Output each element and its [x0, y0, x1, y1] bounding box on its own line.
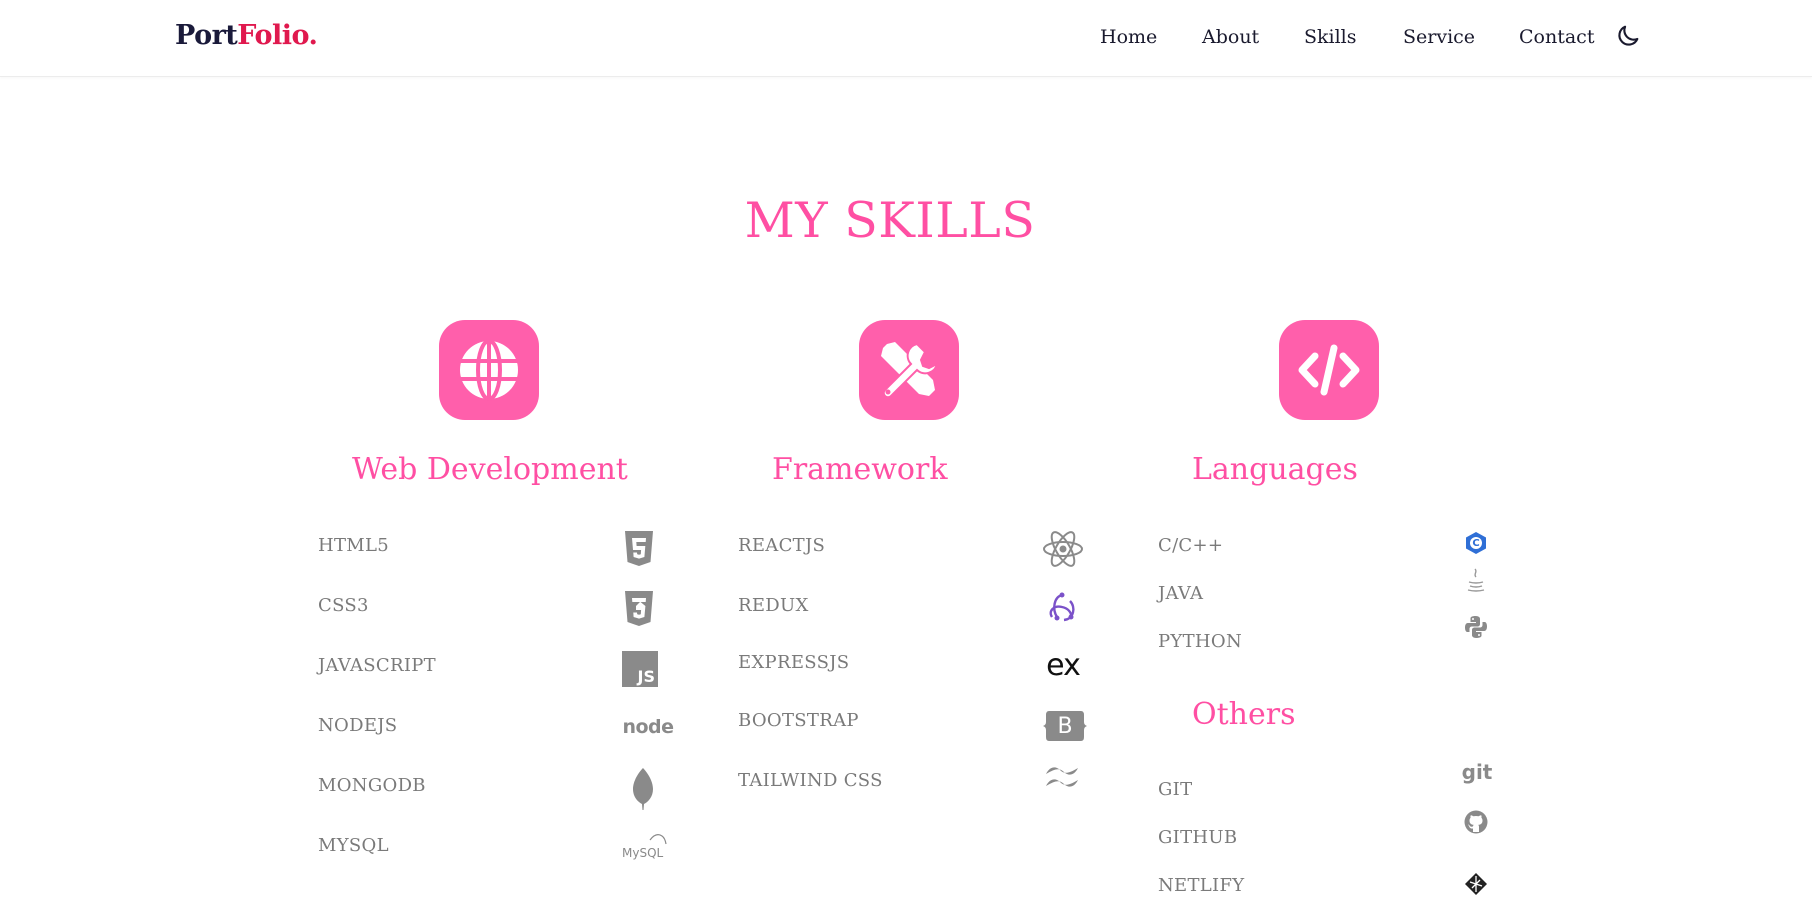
category-title-web-development: Web Development — [352, 452, 628, 487]
skill-label-tailwind-css: TAILWIND CSS — [738, 770, 883, 791]
mysql-icon-text: MySQL — [622, 846, 664, 860]
brand-logo[interactable]: PortFolio. — [175, 20, 318, 51]
bootstrap-icon-text: B — [1057, 713, 1073, 739]
category-title-others: Others — [1192, 697, 1296, 732]
python-icon — [1463, 614, 1489, 640]
nav-skills[interactable]: Skills — [1304, 26, 1357, 48]
category-title-framework: Framework — [772, 452, 948, 487]
mongodb-icon — [630, 767, 656, 811]
skill-label-mongodb: MONGODB — [318, 775, 426, 796]
skill-label-mysql: MYSQL — [318, 835, 389, 856]
git-icon: git — [1461, 758, 1493, 786]
tools-icon — [859, 320, 959, 420]
react-icon — [1041, 529, 1085, 569]
skill-label-bootstrap: BOOTSTRAP — [738, 710, 859, 731]
skill-label-java: JAVA — [1158, 583, 1204, 604]
netlify-icon — [1463, 871, 1489, 897]
skill-label-github: GITHUB — [1158, 827, 1238, 848]
html5-icon — [622, 530, 656, 568]
bootstrap-icon: B — [1043, 707, 1087, 745]
skill-label-html5: HTML5 — [318, 535, 390, 556]
nav-about[interactable]: About — [1202, 26, 1259, 48]
cpp-icon-text: C — [1472, 537, 1480, 549]
skill-label-cpp: C/C++ — [1158, 535, 1224, 556]
moon-icon[interactable] — [1614, 22, 1642, 50]
javascript-icon-text: JS — [637, 667, 655, 686]
nodejs-icon-text: node — [622, 716, 674, 738]
brand-part-2: Folio. — [237, 20, 318, 51]
skill-label-reactjs: REACTJS — [738, 535, 826, 556]
express-icon-text: ex — [1046, 647, 1081, 683]
javascript-icon: JS — [622, 651, 658, 687]
skill-label-python: PYTHON — [1158, 631, 1243, 652]
skill-label-javascript: JAVASCRIPT — [318, 655, 436, 676]
mysql-icon: MySQL — [620, 832, 668, 862]
nodejs-icon: node — [620, 710, 676, 744]
skill-label-css3: CSS3 — [318, 595, 369, 616]
nav-home[interactable]: Home — [1100, 26, 1157, 48]
github-icon — [1463, 809, 1489, 835]
skill-label-redux: REDUX — [738, 595, 809, 616]
skill-label-nodejs: NODEJS — [318, 715, 398, 736]
code-icon — [1279, 320, 1379, 420]
express-icon: ex — [1042, 647, 1084, 683]
nav-contact[interactable]: Contact — [1519, 26, 1594, 48]
redux-icon — [1043, 590, 1081, 626]
skill-label-netlify: NETLIFY — [1158, 875, 1245, 896]
skill-label-git: GIT — [1158, 779, 1193, 800]
brand-part-1: Port — [175, 20, 238, 51]
skill-label-expressjs: EXPRESSJS — [738, 652, 850, 673]
category-title-languages: Languages — [1192, 452, 1358, 487]
tailwind-icon — [1043, 762, 1081, 792]
globe-icon — [439, 320, 539, 420]
java-icon — [1464, 566, 1488, 594]
git-icon-text: git — [1461, 760, 1493, 784]
css3-icon — [622, 590, 656, 628]
section-title: MY SKILLS — [744, 192, 1036, 249]
navbar: PortFolio. Home About Skills Service Con… — [0, 0, 1812, 77]
nav-service[interactable]: Service — [1403, 26, 1475, 48]
cpp-icon: C — [1464, 531, 1488, 555]
